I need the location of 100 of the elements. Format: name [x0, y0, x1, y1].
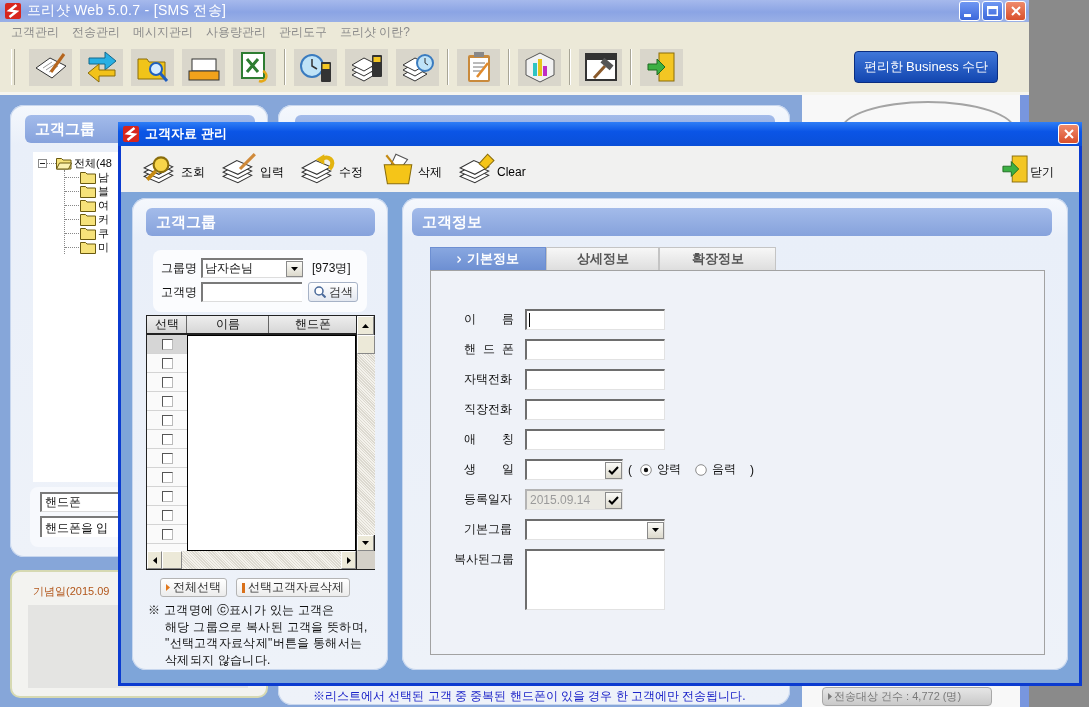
tree-item[interactable]: 커: [98, 212, 109, 226]
name-field[interactable]: [201, 282, 302, 302]
checkbox[interactable]: [161, 471, 173, 483]
spreadsheet-icon: [238, 51, 271, 83]
folder-icon: [80, 170, 96, 184]
text-field[interactable]: [525, 399, 665, 420]
tree-item[interactable]: 블: [98, 184, 109, 198]
column-header[interactable]: 이름: [187, 316, 269, 333]
field-label: 직장전화: [464, 401, 513, 418]
date-field[interactable]: [525, 459, 623, 480]
note-text: ※ 고객명에 ⓒ표시가 있는 고객은 해당 그룹으로 복사된 고객을 뜻하며, "선택고객자료삭제"버튼을 통해서는 삭제되지 않습니다.: [148, 602, 369, 668]
clear-button[interactable]: Clear: [459, 150, 526, 188]
text-field[interactable]: [525, 369, 665, 390]
panel-title: 고객정보: [422, 212, 482, 232]
edit-button[interactable]: 수정: [301, 150, 363, 188]
scroll-left-button[interactable]: [147, 551, 162, 569]
business-button[interactable]: 편리한 Business 수단: [854, 51, 998, 83]
folder-icon: [80, 226, 96, 240]
tree-item[interactable]: 전체(48: [74, 156, 112, 170]
tree-item[interactable]: 남: [98, 170, 109, 184]
toolbar-grip[interactable]: [11, 49, 15, 85]
checkbox[interactable]: [161, 490, 173, 502]
scroll-down-button[interactable]: [357, 535, 374, 551]
toolbar-button[interactable]: [396, 48, 439, 86]
chevron-icon: [457, 255, 461, 263]
tree-item[interactable]: 여: [98, 198, 109, 212]
group-select[interactable]: 남자손님: [201, 258, 303, 278]
folder-icon: [80, 198, 96, 212]
delete-button[interactable]: 삭제: [380, 150, 442, 188]
toolbar-button[interactable]: [294, 48, 337, 86]
tab[interactable]: 확장정보: [659, 247, 776, 270]
checkbox[interactable]: [161, 414, 173, 426]
field-label: 그룹명: [161, 259, 198, 277]
scroll-right-button[interactable]: [341, 551, 356, 569]
dropdown-button[interactable]: [647, 521, 664, 539]
field-label: 고객명: [161, 283, 198, 301]
scroll-thumb[interactable]: [162, 551, 182, 569]
text-field[interactable]: [525, 339, 665, 360]
folder-icon: [80, 184, 96, 198]
checkbox[interactable]: [161, 376, 173, 388]
delete-selected-button[interactable]: 선택고객자료삭제: [236, 578, 350, 597]
close-icon: [1063, 129, 1074, 139]
window-title: 프리샷 Web 5.0.7 - [SMS 전송]: [27, 2, 227, 20]
tree-item[interactable]: 쿠: [98, 226, 109, 240]
radio-option[interactable]: 양력: [640, 461, 681, 478]
checkbox[interactable]: [161, 338, 173, 350]
dropdown-button[interactable]: [286, 260, 303, 277]
maximize-icon: [987, 6, 998, 16]
radio-option[interactable]: 음력: [695, 461, 736, 478]
search-button[interactable]: 검색: [308, 282, 358, 302]
panel-title: 고객그룹: [35, 119, 95, 139]
select-field[interactable]: [525, 519, 665, 540]
caret-down-icon: [291, 266, 298, 271]
bar-icon: [242, 582, 245, 593]
exit-button[interactable]: 닫기: [1002, 150, 1054, 188]
close-button[interactable]: [1005, 1, 1026, 21]
text-field[interactable]: [525, 429, 665, 450]
checkbox[interactable]: [161, 452, 173, 464]
text-area[interactable]: [525, 549, 665, 610]
scroll-thumb[interactable]: [357, 335, 375, 354]
bracket-text: (: [628, 462, 632, 477]
select-all-button[interactable]: 전체선택: [160, 578, 227, 597]
toolbar-button[interactable]: [29, 48, 72, 86]
text-field[interactable]: [525, 309, 665, 330]
add-button[interactable]: 입력: [222, 150, 284, 188]
toolbar-button[interactable]: [579, 48, 622, 86]
tree-item[interactable]: 미: [98, 240, 109, 254]
row-select-cell[interactable]: [147, 335, 187, 354]
checkbox[interactable]: [161, 509, 173, 521]
column-header[interactable]: 선택: [147, 316, 187, 333]
scrollbar-corner: [357, 551, 375, 569]
left-arrow-icon: [152, 556, 157, 564]
caret-down-icon: [652, 528, 659, 532]
column-header[interactable]: 핸드폰: [269, 316, 356, 333]
clock-phone-icon: [299, 51, 332, 83]
check-icon: [608, 495, 619, 505]
field-label: 등록일자: [464, 491, 513, 508]
up-arrow-icon: [362, 323, 369, 328]
close-button[interactable]: [1058, 124, 1079, 144]
tab[interactable]: 상세정보: [546, 247, 659, 270]
bolt-logo-icon: [5, 3, 21, 19]
checkbox[interactable]: [161, 395, 173, 407]
field-label: 생 일: [464, 461, 514, 478]
lookup-button[interactable]: 조회: [143, 150, 205, 188]
field-label: 이 름: [464, 311, 514, 328]
papers-pencil-icon: [222, 153, 258, 185]
triangle-icon: [828, 693, 832, 700]
checkbox[interactable]: [161, 528, 173, 540]
maximize-button[interactable]: [982, 1, 1003, 21]
minimize-button[interactable]: [959, 1, 980, 21]
toolbar-button[interactable]: [345, 48, 388, 86]
checkbox[interactable]: [161, 357, 173, 369]
scroll-up-button[interactable]: [357, 316, 374, 335]
swap-arrows-icon: [85, 51, 118, 83]
right-arrow-icon: [346, 556, 351, 564]
search-icon: [313, 286, 326, 298]
collapse-icon[interactable]: [38, 158, 47, 168]
date-button[interactable]: [605, 461, 622, 479]
checkbox[interactable]: [161, 433, 173, 445]
field-label: 애 칭: [464, 431, 514, 448]
